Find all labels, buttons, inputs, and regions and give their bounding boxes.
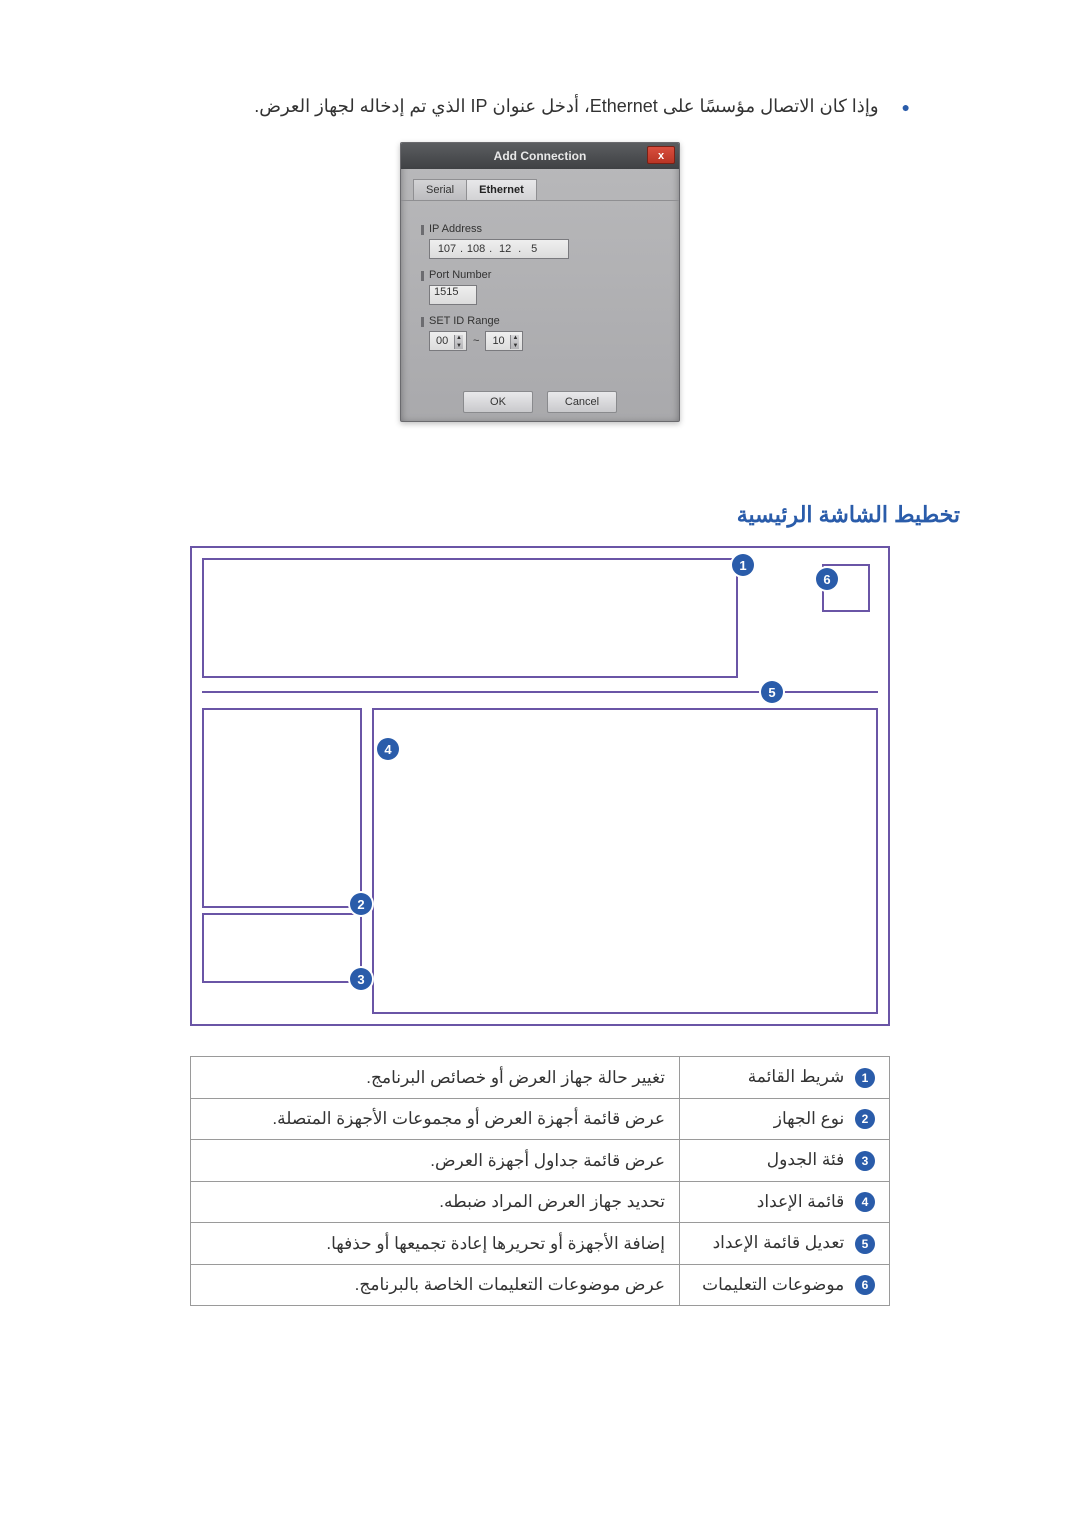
port-number-input[interactable]: 1515 <box>429 285 477 305</box>
dialog-tabs: Serial Ethernet <box>401 169 679 201</box>
range-group: SET ID Range 00 ▲▼ ~ 10 ▲▼ <box>423 315 657 351</box>
legend-body: 1 شريط القائمة تغيير حالة جهاز العرض أو … <box>191 1057 890 1306</box>
range-to-stepper[interactable]: 10 ▲▼ <box>485 331 523 351</box>
row-badge-icon: 4 <box>855 1192 875 1212</box>
table-row: 6 موضوعات التعليمات عرض موضوعات التعليما… <box>191 1264 890 1306</box>
legend-name: شريط القائمة <box>748 1067 845 1086</box>
legend-name: نوع الجهاز <box>774 1109 844 1128</box>
ip-address-label: IP Address <box>429 223 657 235</box>
cancel-button[interactable]: Cancel <box>547 391 617 413</box>
dialog-container: Add Connection x Serial Ethernet IP Addr… <box>120 142 960 422</box>
legend-name: فئة الجدول <box>767 1150 844 1169</box>
table-row: 2 نوع الجهاز عرض قائمة أجهزة العرض أو مج… <box>191 1098 890 1140</box>
legend-desc: تغيير حالة جهاز العرض أو خصائص البرنامج. <box>191 1057 680 1099</box>
row-badge-icon: 2 <box>855 1109 875 1129</box>
table-row: 4 قائمة الإعداد تحديد جهاز العرض المراد … <box>191 1181 890 1223</box>
layout-region-3 <box>202 913 362 983</box>
badge-3-icon: 3 <box>350 968 372 990</box>
intro-paragraph: ● وإذا كان الاتصال مؤسسًا على Ethernet، … <box>120 90 910 122</box>
layout-region-2 <box>202 708 362 908</box>
legend-name-cell: 1 شريط القائمة <box>680 1057 890 1099</box>
section-heading: تخطيط الشاشة الرئيسية <box>120 502 960 528</box>
row-badge-icon: 6 <box>855 1275 875 1295</box>
dialog-title-bar: Add Connection x <box>401 143 679 169</box>
legend-desc: تحديد جهاز العرض المراد ضبطه. <box>191 1181 680 1223</box>
legend-name-cell: 6 موضوعات التعليمات <box>680 1264 890 1306</box>
ip-octet-2[interactable]: 108 <box>463 243 489 255</box>
badge-5-icon: 5 <box>761 681 783 703</box>
layout-region-4 <box>372 708 878 1014</box>
layout-region-1 <box>202 558 738 678</box>
ip-address-input[interactable]: 107 . 108 . 12 . 5 <box>429 239 569 259</box>
legend-name: موضوعات التعليمات <box>702 1275 844 1294</box>
legend-desc: عرض قائمة أجهزة العرض أو مجموعات الأجهزة… <box>191 1098 680 1140</box>
range-to-value: 10 <box>492 335 504 347</box>
badge-1-icon: 1 <box>732 554 754 576</box>
table-row: 3 فئة الجدول عرض قائمة جداول أجهزة العرض… <box>191 1140 890 1182</box>
spinner-arrows-icon[interactable]: ▲▼ <box>456 335 462 349</box>
close-icon[interactable]: x <box>647 146 675 164</box>
legend-desc: عرض قائمة جداول أجهزة العرض. <box>191 1140 680 1182</box>
intro-text: وإذا كان الاتصال مؤسسًا على Ethernet، أد… <box>254 96 878 116</box>
row-badge-icon: 1 <box>855 1068 875 1088</box>
badge-2-icon: 2 <box>350 893 372 915</box>
dialog-title-text: Add Connection <box>494 149 587 163</box>
set-id-range-label: SET ID Range <box>429 315 657 327</box>
dialog-actions: OK Cancel <box>401 391 679 413</box>
range-from-stepper[interactable]: 00 ▲▼ <box>429 331 467 351</box>
layout-diagram: 1 6 5 4 2 3 <box>190 546 890 1026</box>
port-number-label: Port Number <box>429 269 657 281</box>
set-id-range-row: 00 ▲▼ ~ 10 ▲▼ <box>429 331 657 351</box>
legend-name-cell: 4 قائمة الإعداد <box>680 1181 890 1223</box>
dialog-form: IP Address 107 . 108 . 12 . 5 Port Numbe… <box>401 201 679 385</box>
legend-name: قائمة الإعداد <box>757 1192 844 1211</box>
legend-name-cell: 5 تعديل قائمة الإعداد <box>680 1223 890 1265</box>
tab-serial[interactable]: Serial <box>413 179 467 200</box>
row-badge-icon: 5 <box>855 1234 875 1254</box>
ip-octet-4[interactable]: 5 <box>521 243 547 255</box>
port-group: Port Number 1515 <box>423 269 657 305</box>
legend-name-cell: 3 فئة الجدول <box>680 1140 890 1182</box>
legend-name-cell: 2 نوع الجهاز <box>680 1098 890 1140</box>
range-separator: ~ <box>473 335 479 347</box>
spinner-arrows-icon[interactable]: ▲▼ <box>512 335 518 349</box>
range-from-value: 00 <box>436 335 448 347</box>
row-badge-icon: 3 <box>855 1151 875 1171</box>
legend-table: 1 شريط القائمة تغيير حالة جهاز العرض أو … <box>190 1056 890 1306</box>
legend-desc: عرض موضوعات التعليمات الخاصة بالبرنامج. <box>191 1264 680 1306</box>
tab-ethernet[interactable]: Ethernet <box>466 179 537 200</box>
add-connection-dialog: Add Connection x Serial Ethernet IP Addr… <box>400 142 680 422</box>
bullet-icon: ● <box>902 95 910 120</box>
table-row: 5 تعديل قائمة الإعداد إضافة الأجهزة أو ت… <box>191 1223 890 1265</box>
ok-button[interactable]: OK <box>463 391 533 413</box>
legend-name: تعديل قائمة الإعداد <box>713 1233 845 1252</box>
ip-octet-3[interactable]: 12 <box>492 243 518 255</box>
table-row: 1 شريط القائمة تغيير حالة جهاز العرض أو … <box>191 1057 890 1099</box>
ip-group: IP Address 107 . 108 . 12 . 5 <box>423 223 657 259</box>
legend-desc: إضافة الأجهزة أو تحريرها إعادة تجميعها أ… <box>191 1223 680 1265</box>
ip-octet-1[interactable]: 107 <box>434 243 460 255</box>
